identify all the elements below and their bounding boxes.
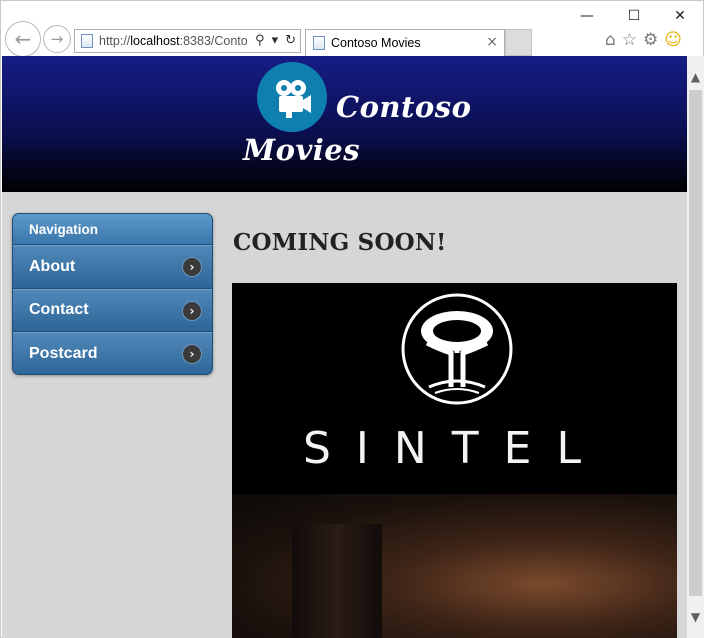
tab-title: Contoso Movies (331, 36, 421, 50)
chevron-right-icon: › (183, 258, 201, 276)
refresh-icon[interactable]: ↻ (285, 33, 296, 48)
navigation-panel: Navigation About › Contact › Postcard › (12, 213, 213, 375)
poster-title: SINTEL (302, 423, 606, 474)
chevron-right-icon: › (183, 345, 201, 363)
toolbar-icons: ⌂ ☆ ⚙ ☺ (605, 30, 682, 50)
nav-item-label: Postcard (29, 345, 98, 363)
new-tab-button[interactable] (505, 29, 532, 56)
scrollbar-thumb[interactable] (689, 90, 702, 596)
gear-icon[interactable]: ⚙ (643, 30, 658, 50)
logo[interactable] (257, 62, 327, 132)
nav-item-label: About (29, 257, 76, 275)
movie-still (232, 494, 677, 638)
url-rest: :8383/Conto (179, 34, 247, 48)
forward-button[interactable]: → (43, 25, 71, 53)
nav-item-contact[interactable]: Contact › (13, 288, 212, 332)
star-icon[interactable]: ☆ (622, 30, 637, 50)
scroll-down-arrow-icon[interactable]: ▼ (687, 608, 704, 625)
brand-name-line2: Movies (243, 133, 361, 167)
site-header: Contoso Movies (2, 56, 687, 192)
url-text: http://localhost:8383/Conto (99, 34, 247, 48)
navigation-heading: Navigation (13, 214, 212, 245)
tab-contoso-movies[interactable]: Contoso Movies × (305, 29, 505, 56)
nav-item-postcard[interactable]: Postcard › (13, 332, 212, 374)
page-icon (81, 34, 93, 48)
url-prefix: http:// (99, 34, 131, 48)
close-window-button[interactable]: ✕ (657, 3, 703, 29)
back-button[interactable]: ← (5, 21, 41, 57)
search-icon[interactable]: ⚲ (255, 33, 265, 48)
camera-icon (276, 80, 311, 118)
tab-page-icon (313, 36, 325, 50)
url-host: localhost (130, 34, 180, 48)
address-bar[interactable]: http://localhost:8383/Conto ⚲ ▾ ↻ (74, 29, 301, 53)
page-viewport: Contoso Movies Navigation About › Contac… (2, 56, 687, 638)
smiley-icon[interactable]: ☺ (664, 30, 682, 50)
tree-emblem-icon (401, 293, 513, 405)
scroll-up-arrow-icon[interactable]: ▲ (687, 68, 704, 85)
title-bar: — ☐ ✕ ← → http://localhost:8383/Conto ⚲ … (1, 1, 703, 57)
still-pillar (292, 524, 382, 638)
brand-name-line1: Contoso (336, 90, 472, 124)
tab-close-icon[interactable]: × (486, 34, 498, 50)
dropdown-icon[interactable]: ▾ (272, 33, 279, 48)
address-bar-icons: ⚲ ▾ ↻ (255, 33, 296, 48)
browser-window: — ☐ ✕ ← → http://localhost:8383/Conto ⚲ … (0, 0, 704, 638)
home-icon[interactable]: ⌂ (605, 30, 616, 50)
minimize-button[interactable]: — (564, 3, 610, 29)
movie-poster[interactable]: SINTEL (232, 283, 677, 638)
maximize-button[interactable]: ☐ (611, 3, 657, 29)
nav-item-label: Contact (29, 301, 89, 319)
nav-item-about[interactable]: About › (13, 245, 212, 289)
vertical-scrollbar[interactable]: ▲ ▼ (687, 56, 704, 638)
page-title: COMING SOON! (233, 229, 447, 256)
chevron-right-icon: › (183, 301, 201, 320)
